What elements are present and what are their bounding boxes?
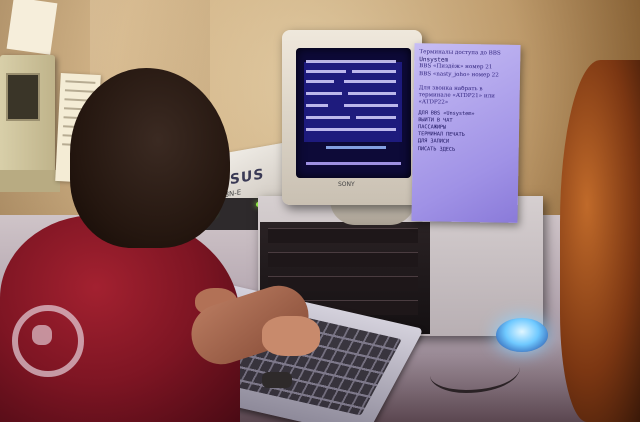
terminal-text-line: [306, 116, 350, 119]
terminal-text-line: [344, 104, 398, 107]
wrist-bracelet: [262, 372, 292, 388]
terminal-text-line: [344, 80, 396, 83]
terminal-text-line: [306, 92, 342, 95]
shirt-logo-center: [32, 325, 52, 345]
terminal-text-line: [348, 92, 396, 95]
old-computer-screen: [6, 73, 40, 121]
drive-bay: [268, 228, 418, 243]
bbs-terminal-screen: [296, 48, 411, 178]
terminal-status-line: [326, 146, 386, 149]
glowing-mouse-light: [496, 318, 548, 352]
terminal-text-line: [306, 80, 334, 83]
terminal-text-line: [306, 128, 396, 131]
terminal-text-line: [306, 70, 346, 73]
terminal-text-line: [306, 60, 396, 63]
note-line: «ATDP22»: [418, 99, 449, 107]
foreground-person-blurred: [560, 60, 640, 422]
photo-scene: ASUS K8N-E SONY Терминалы доступа до BBS…: [0, 0, 640, 422]
drive-bay: [268, 252, 418, 267]
pinned-paper: [6, 0, 58, 55]
terminal-status-line: [306, 162, 401, 165]
terminal-text-line: [352, 70, 396, 73]
old-computer-base: [0, 170, 60, 192]
old-computer: [0, 55, 55, 175]
person-right-hand: [262, 316, 320, 356]
handwritten-line: ПИСАТЬ ЗДЕСЬ: [417, 145, 456, 153]
taped-instruction-note: Терминалы доступа до BBS Unsystem BBS «П…: [411, 43, 521, 223]
terminal-text-line: [306, 104, 328, 107]
terminal-text-line: [356, 116, 396, 119]
monitor-brand-label: SONY: [338, 181, 355, 188]
